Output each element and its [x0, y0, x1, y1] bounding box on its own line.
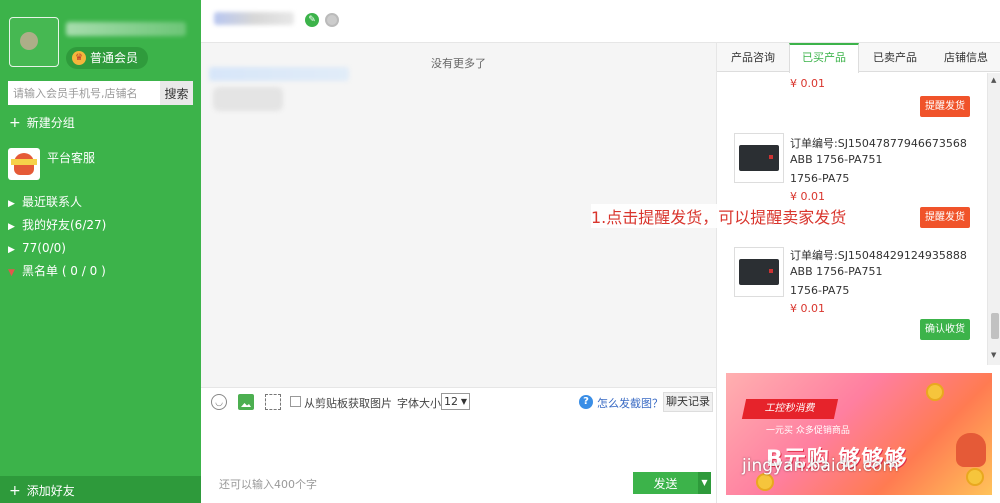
order-price: ¥ 0.01: [790, 302, 825, 315]
font-size-value: 12: [444, 395, 458, 408]
service-logo-icon: [8, 148, 40, 180]
triangle-right-icon: ▶: [8, 199, 15, 209]
search-box: 搜索: [8, 81, 193, 105]
tutorial-annotation: 1.点击提醒发货，可以提醒卖家发货: [591, 204, 847, 228]
send-options-chevron-icon[interactable]: ▼: [698, 472, 711, 494]
group-77[interactable]: ▶ 77(0/0): [8, 240, 193, 263]
plus-icon: +: [9, 115, 21, 131]
promo-banner[interactable]: 工控秒消费 一元买 众多促销商品 B元购 够够够: [726, 373, 992, 495]
char-count: 还可以输入400个字: [219, 478, 317, 491]
app-window: ♛ 普通会员 搜索 + 新建分组 平台客服 ▶ 最近联系人 ▶ 我的好友(6/27) …: [0, 0, 1000, 503]
new-group-button[interactable]: + 新建分组: [9, 114, 75, 131]
triangle-right-icon: ▶: [8, 222, 15, 232]
search-input[interactable]: [8, 81, 160, 105]
confirm-receipt-button[interactable]: 确认收货: [920, 319, 970, 340]
group-friends[interactable]: ▶ 我的好友(6/27): [8, 217, 193, 240]
scroll-thumb[interactable]: [991, 313, 999, 339]
product-thumbnail[interactable]: [734, 247, 784, 297]
group-label: 77(0/0): [22, 241, 66, 255]
send-button[interactable]: 发送: [633, 472, 698, 494]
clipboard-label: 从剪贴板获取图片: [304, 397, 392, 410]
font-size-label: 字体大小: [397, 397, 441, 410]
scroll-down-icon[interactable]: ▼: [991, 351, 996, 359]
order-price: ¥ 0.01: [790, 77, 825, 90]
chat-header: ✎: [201, 0, 1000, 43]
font-size-select[interactable]: 12 ▼: [441, 393, 470, 410]
add-friend-button[interactable]: + 添加好友: [9, 482, 75, 499]
contact-name-redacted: [214, 12, 294, 25]
platform-service-contact[interactable]: 平台客服: [8, 148, 193, 182]
message-input[interactable]: 还可以输入400个字 发送 ▼: [201, 415, 716, 503]
group-label: 黑名单 ( 0 / 0 ): [22, 264, 106, 278]
tab-sold-products[interactable]: 已卖产品: [859, 43, 931, 72]
sidebar-footer: + 添加好友: [0, 476, 201, 503]
product-name: ABB 1756-PA751: [790, 153, 883, 166]
coin-icon: [966, 468, 984, 486]
member-badge-label: 普通会员: [90, 51, 139, 65]
group-label: 最近联系人: [22, 195, 83, 209]
avatar-image: [20, 32, 38, 50]
clipboard-checkbox[interactable]: [290, 396, 301, 407]
banner-subtitle: 一元买 众多促销商品: [766, 426, 850, 436]
status-icon: [325, 13, 339, 27]
watermark: jingyan.baidu.com: [742, 456, 899, 476]
info-tabs: 产品咨询 已买产品 已卖产品 店铺信息: [717, 43, 1000, 73]
chat-toolbar: ◡ 从剪贴板获取图片 字体大小 12 ▼ ? 怎么发截图？ 聊天记录: [201, 387, 716, 415]
mascot-icon: [956, 433, 986, 467]
banner-flag: 工控秒消费: [741, 399, 839, 419]
image-icon[interactable]: [238, 394, 254, 410]
screenshot-help-link[interactable]: 怎么发截图？: [597, 395, 663, 411]
tab-product-inquiry[interactable]: 产品咨询: [717, 43, 789, 72]
plus-icon: +: [9, 483, 21, 499]
chat-history-button[interactable]: 聊天记录: [663, 392, 713, 412]
order-list-scrollbar[interactable]: ▲ ▼: [987, 73, 1000, 365]
product-model: 1756-PA75: [790, 284, 850, 297]
sidebar: ♛ 普通会员 搜索 + 新建分组 平台客服 ▶ 最近联系人 ▶ 我的好友(6/27) …: [0, 0, 201, 503]
remind-ship-button[interactable]: 提醒发货: [920, 207, 970, 228]
remind-ship-button[interactable]: 提醒发货: [920, 96, 970, 117]
search-button[interactable]: 搜索: [160, 81, 193, 105]
order-number: 订单编号:SJ15048429124935888: [790, 249, 967, 262]
group-label: 我的好友(6/27): [22, 218, 107, 232]
message-bubble-redacted: [213, 87, 283, 111]
username-redacted: [66, 22, 186, 36]
triangle-right-icon: ▶: [8, 245, 15, 255]
product-name: ABB 1756-PA751: [790, 265, 883, 278]
scroll-up-icon[interactable]: ▲: [991, 76, 996, 84]
product-thumbnail[interactable]: [734, 133, 784, 183]
member-badge: ♛ 普通会员: [66, 47, 149, 69]
crown-icon: ♛: [72, 51, 86, 65]
help-icon[interactable]: ?: [579, 395, 593, 409]
order-number: 订单编号:SJ15047877946673568: [790, 137, 967, 150]
chevron-down-icon: ▼: [460, 397, 467, 406]
screenshot-icon[interactable]: [265, 394, 281, 410]
avatar[interactable]: [9, 17, 59, 67]
info-panel: 产品咨询 已买产品 已卖产品 店铺信息 ¥ 0.01 提醒发货 订单编号:SJ1…: [716, 43, 1000, 503]
pencil-icon[interactable]: ✎: [305, 13, 319, 27]
service-name: 平台客服: [47, 151, 96, 165]
add-friend-label: 添加好友: [26, 484, 75, 498]
message-redacted: [209, 67, 349, 81]
product-model: 1756-PA75: [790, 172, 850, 185]
coin-icon: [926, 383, 944, 401]
triangle-down-icon: ▼: [8, 268, 15, 278]
tab-bought-products[interactable]: 已买产品: [789, 43, 859, 73]
tab-shop-info[interactable]: 店铺信息: [931, 43, 1000, 72]
new-group-label: 新建分组: [26, 116, 75, 130]
group-recent[interactable]: ▶ 最近联系人: [8, 194, 193, 217]
order-price: ¥ 0.01: [790, 190, 825, 203]
group-blacklist[interactable]: ▼ 黑名单 ( 0 / 0 ): [8, 263, 193, 286]
emoji-icon[interactable]: ◡: [211, 394, 227, 410]
contact-groups: ▶ 最近联系人 ▶ 我的好友(6/27) ▶ 77(0/0) ▼ 黑名单 ( 0 / 0…: [8, 194, 193, 286]
